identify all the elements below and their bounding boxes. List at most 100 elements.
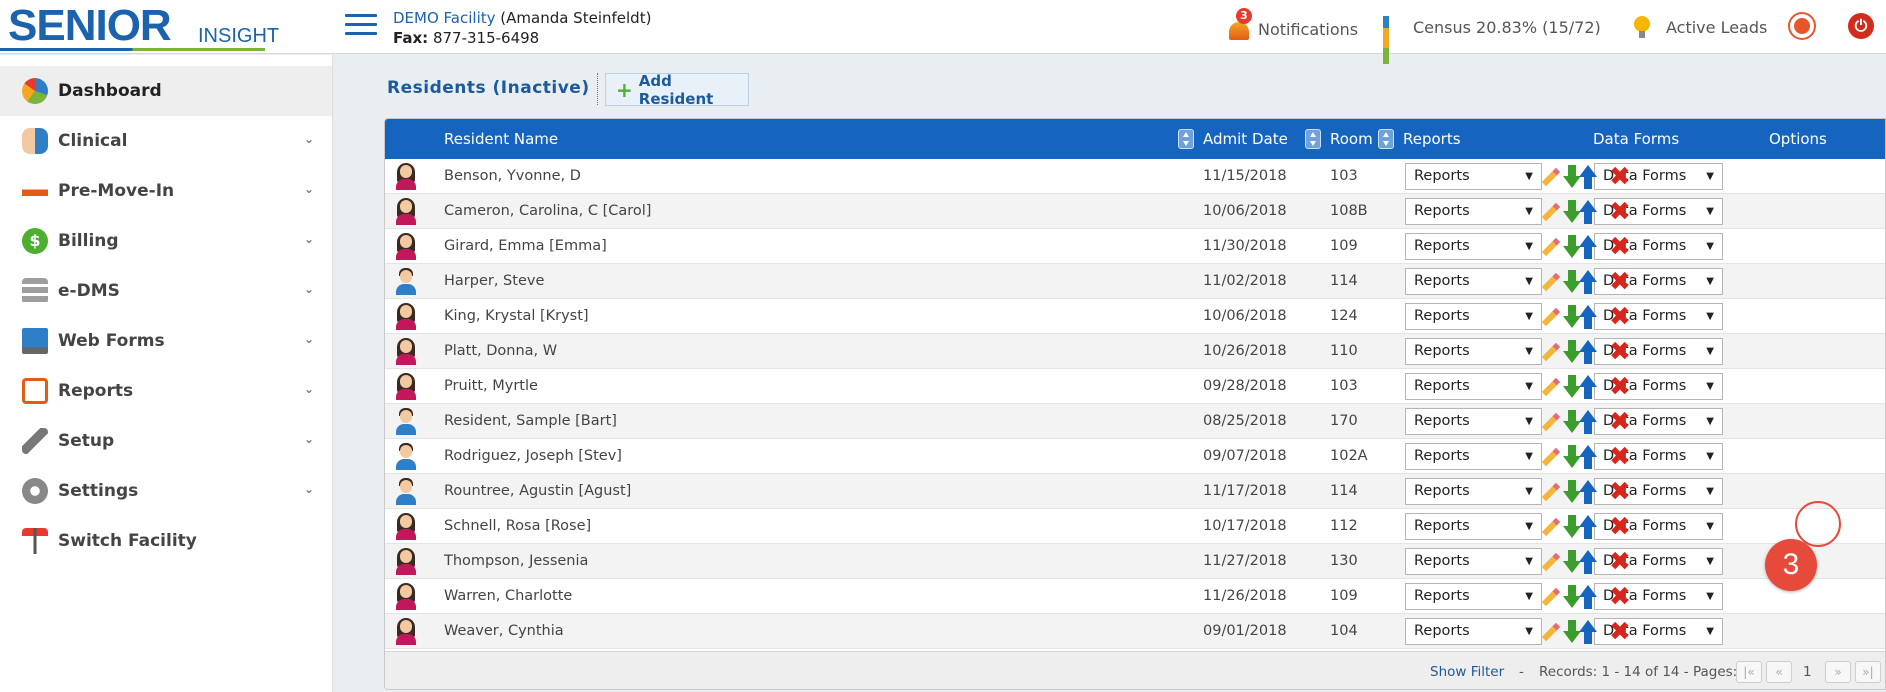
move-up-arrow-icon[interactable] bbox=[1579, 340, 1597, 364]
first-page-icon[interactable]: |« bbox=[1736, 661, 1762, 683]
resident-name[interactable]: Girard, Emma [Emma] bbox=[444, 238, 607, 254]
delete-x-icon[interactable]: ✖ bbox=[1609, 513, 1631, 541]
move-up-arrow-icon[interactable] bbox=[1579, 235, 1597, 259]
sort-icon[interactable] bbox=[1178, 129, 1194, 149]
delete-x-icon[interactable]: ✖ bbox=[1609, 408, 1631, 436]
table-row[interactable]: Platt, Donna, W 10/26/2018 110 Reports ▼ … bbox=[385, 334, 1885, 369]
reports-dropdown[interactable]: Reports ▼ bbox=[1405, 408, 1542, 435]
prev-page-icon[interactable]: « bbox=[1766, 661, 1792, 683]
hamburger-menu-icon[interactable] bbox=[345, 14, 377, 38]
resident-name[interactable]: Thompson, Jessenia bbox=[444, 553, 588, 569]
sort-icon[interactable] bbox=[1305, 129, 1321, 149]
edit-pencil-icon[interactable] bbox=[1537, 201, 1559, 223]
census-link[interactable]: Census 20.83% (15/72) bbox=[1383, 16, 1601, 64]
sidebar-item-setup[interactable]: Setup ⌄ bbox=[0, 416, 332, 466]
delete-x-icon[interactable]: ✖ bbox=[1609, 373, 1631, 401]
edit-pencil-icon[interactable] bbox=[1537, 551, 1559, 573]
edit-pencil-icon[interactable] bbox=[1537, 586, 1559, 608]
move-up-arrow-icon[interactable] bbox=[1579, 410, 1597, 434]
edit-pencil-icon[interactable] bbox=[1537, 621, 1559, 643]
sort-icon[interactable] bbox=[1378, 129, 1394, 149]
power-logout-icon[interactable]: ⏻ bbox=[1848, 13, 1874, 39]
sidebar-item-clinical[interactable]: Clinical ⌄ bbox=[0, 116, 332, 166]
edit-pencil-icon[interactable] bbox=[1537, 306, 1559, 328]
move-up-arrow-icon[interactable] bbox=[1579, 270, 1597, 294]
delete-x-icon[interactable]: ✖ bbox=[1609, 198, 1631, 226]
notifications-link[interactable]: 3 Notifications bbox=[1226, 8, 1358, 42]
move-up-arrow-icon[interactable] bbox=[1579, 585, 1597, 609]
resident-name[interactable]: Pruitt, Myrtle bbox=[444, 378, 538, 394]
senior-insight-logo[interactable]: SENIOR INSIGHT bbox=[8, 3, 279, 49]
move-up-arrow-icon[interactable] bbox=[1579, 515, 1597, 539]
sidebar-item-settings[interactable]: Settings ⌄ bbox=[0, 466, 332, 516]
move-up-arrow-icon[interactable] bbox=[1579, 620, 1597, 644]
edit-pencil-icon[interactable] bbox=[1537, 341, 1559, 363]
edit-pencil-icon[interactable] bbox=[1537, 446, 1559, 468]
table-row[interactable]: Warren, Charlotte 11/26/2018 109 Reports… bbox=[385, 579, 1885, 614]
next-page-icon[interactable]: » bbox=[1825, 661, 1851, 683]
add-resident-button[interactable]: + Add Resident bbox=[605, 72, 749, 108]
sidebar-item-web-forms[interactable]: Web Forms ⌄ bbox=[0, 316, 332, 366]
reports-dropdown[interactable]: Reports ▼ bbox=[1405, 163, 1542, 190]
column-header-admit-date[interactable]: Admit Date bbox=[1203, 130, 1288, 148]
sidebar-item-dashboard[interactable]: Dashboard bbox=[0, 66, 332, 116]
delete-x-icon[interactable]: ✖ bbox=[1609, 338, 1631, 366]
reports-dropdown[interactable]: Reports ▼ bbox=[1405, 303, 1542, 330]
reports-dropdown[interactable]: Reports ▼ bbox=[1405, 478, 1542, 505]
sidebar-item-edms[interactable]: e-DMS ⌄ bbox=[0, 266, 332, 316]
table-row[interactable]: Rountree, Agustin [Agust] 11/17/2018 114… bbox=[385, 474, 1885, 509]
delete-x-icon[interactable]: ✖ bbox=[1609, 443, 1631, 471]
move-up-arrow-icon[interactable] bbox=[1579, 550, 1597, 574]
reports-dropdown[interactable]: Reports ▼ bbox=[1405, 233, 1542, 260]
edit-pencil-icon[interactable] bbox=[1537, 236, 1559, 258]
move-up-arrow-icon[interactable] bbox=[1579, 165, 1597, 189]
delete-x-icon[interactable]: ✖ bbox=[1609, 478, 1631, 506]
table-row[interactable]: Weaver, Cynthia 09/01/2018 104 Reports ▼ … bbox=[385, 614, 1885, 649]
reports-dropdown[interactable]: Reports ▼ bbox=[1405, 583, 1542, 610]
move-up-arrow-icon[interactable] bbox=[1579, 200, 1597, 224]
table-row[interactable]: Harper, Steve 11/02/2018 114 Reports ▼ Da… bbox=[385, 264, 1885, 299]
reports-dropdown[interactable]: Reports ▼ bbox=[1405, 268, 1542, 295]
reports-dropdown[interactable]: Reports ▼ bbox=[1405, 198, 1542, 225]
current-page[interactable]: 1 bbox=[1803, 664, 1812, 680]
reports-dropdown[interactable]: Reports ▼ bbox=[1405, 443, 1542, 470]
active-leads-link[interactable]: Active Leads bbox=[1634, 16, 1767, 38]
resident-name[interactable]: Schnell, Rosa [Rose] bbox=[444, 518, 591, 534]
delete-x-icon[interactable]: ✖ bbox=[1609, 618, 1631, 646]
move-up-arrow-icon[interactable] bbox=[1579, 445, 1597, 469]
delete-x-icon[interactable]: ✖ bbox=[1609, 268, 1631, 296]
reports-dropdown[interactable]: Reports ▼ bbox=[1405, 338, 1542, 365]
edit-pencil-icon[interactable] bbox=[1537, 376, 1559, 398]
delete-x-icon[interactable]: ✖ bbox=[1609, 583, 1631, 611]
show-filter-link[interactable]: Show Filter bbox=[1430, 664, 1504, 680]
delete-x-icon[interactable]: ✖ bbox=[1609, 548, 1631, 576]
resident-name[interactable]: Rodriguez, Joseph [Stev] bbox=[444, 448, 622, 464]
delete-x-icon[interactable]: ✖ bbox=[1609, 233, 1631, 261]
reports-dropdown[interactable]: Reports ▼ bbox=[1405, 373, 1542, 400]
sidebar-item-switch-facility[interactable]: Switch Facility bbox=[0, 516, 332, 566]
resident-name[interactable]: Resident, Sample [Bart] bbox=[444, 413, 617, 429]
resident-name[interactable]: Harper, Steve bbox=[444, 273, 544, 289]
resident-name[interactable]: Warren, Charlotte bbox=[444, 588, 572, 604]
delete-x-icon[interactable]: ✖ bbox=[1609, 163, 1631, 191]
sidebar-item-reports[interactable]: Reports ⌄ bbox=[0, 366, 332, 416]
reports-dropdown[interactable]: Reports ▼ bbox=[1405, 513, 1542, 540]
table-row[interactable]: Pruitt, Myrtle 09/28/2018 103 Reports ▼ D… bbox=[385, 369, 1885, 404]
edit-pencil-icon[interactable] bbox=[1537, 271, 1559, 293]
sidebar-item-billing[interactable]: $ Billing ⌄ bbox=[0, 216, 332, 266]
table-row[interactable]: Benson, Yvonne, D 11/15/2018 103 Reports… bbox=[385, 159, 1885, 194]
table-row[interactable]: Girard, Emma [Emma] 11/30/2018 109 Repor… bbox=[385, 229, 1885, 264]
edit-pencil-icon[interactable] bbox=[1537, 516, 1559, 538]
edit-pencil-icon[interactable] bbox=[1537, 481, 1559, 503]
resident-name[interactable]: Cameron, Carolina, C [Carol] bbox=[444, 203, 651, 219]
edit-pencil-icon[interactable] bbox=[1537, 166, 1559, 188]
move-up-arrow-icon[interactable] bbox=[1579, 480, 1597, 504]
column-header-resident-name[interactable]: Resident Name bbox=[444, 130, 558, 148]
last-page-icon[interactable]: »| bbox=[1855, 661, 1881, 683]
table-row[interactable]: Cameron, Carolina, C [Carol] 10/06/2018 … bbox=[385, 194, 1885, 229]
delete-x-icon[interactable]: ✖ bbox=[1609, 303, 1631, 331]
resident-name[interactable]: Benson, Yvonne, D bbox=[444, 168, 581, 184]
resident-name[interactable]: Platt, Donna, W bbox=[444, 343, 557, 359]
resident-name[interactable]: Weaver, Cynthia bbox=[444, 623, 564, 639]
sidebar-item-pre-move-in[interactable]: Pre-Move-In ⌄ bbox=[0, 166, 332, 216]
